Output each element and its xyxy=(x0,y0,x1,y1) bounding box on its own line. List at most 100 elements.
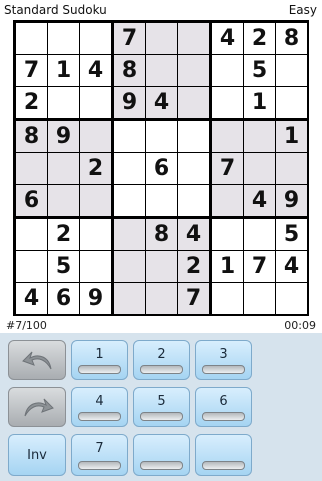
number-button-5[interactable]: 5 xyxy=(133,387,190,427)
sudoku-cell[interactable]: 6 xyxy=(16,185,47,216)
sudoku-cell[interactable]: 4 xyxy=(178,219,209,250)
sudoku-cell[interactable] xyxy=(114,283,145,314)
sudoku-cell[interactable]: 2 xyxy=(80,153,111,184)
sudoku-cell[interactable] xyxy=(80,219,111,250)
number-button-label: 7 xyxy=(95,441,104,456)
sudoku-cell[interactable] xyxy=(276,55,307,86)
sudoku-cell[interactable]: 9 xyxy=(276,185,307,216)
sudoku-cell[interactable]: 7 xyxy=(178,283,209,314)
digit-progress-bar xyxy=(140,412,183,421)
sudoku-cell[interactable] xyxy=(48,185,79,216)
sudoku-cell[interactable] xyxy=(114,219,145,250)
sudoku-cell[interactable]: 9 xyxy=(48,121,79,152)
sudoku-cell[interactable]: 2 xyxy=(16,87,47,118)
sudoku-cell[interactable]: 7 xyxy=(244,251,275,282)
sudoku-cell[interactable]: 7 xyxy=(16,55,47,86)
number-button-8[interactable] xyxy=(133,434,190,476)
sudoku-cell[interactable] xyxy=(80,87,111,118)
undo-button[interactable] xyxy=(8,340,66,380)
sudoku-cell[interactable]: 4 xyxy=(16,283,47,314)
number-button-label: 5 xyxy=(157,394,166,409)
sudoku-cell[interactable]: 6 xyxy=(48,283,79,314)
sudoku-cell[interactable]: 2 xyxy=(178,251,209,282)
sudoku-cell[interactable] xyxy=(212,55,243,86)
sudoku-cell[interactable]: 5 xyxy=(48,251,79,282)
sudoku-cell[interactable]: 8 xyxy=(276,23,307,54)
sudoku-cell[interactable] xyxy=(178,153,209,184)
sudoku-cell[interactable] xyxy=(146,185,177,216)
sudoku-cell[interactable] xyxy=(178,23,209,54)
sudoku-cell[interactable] xyxy=(178,55,209,86)
sudoku-cell[interactable]: 9 xyxy=(80,283,111,314)
sudoku-cell[interactable] xyxy=(114,185,145,216)
sudoku-cell[interactable]: 8 xyxy=(146,219,177,250)
sudoku-cell[interactable]: 5 xyxy=(244,55,275,86)
sudoku-cell[interactable] xyxy=(146,23,177,54)
inv-button-label: Inv xyxy=(27,447,47,463)
sudoku-cell[interactable] xyxy=(244,219,275,250)
number-button-1[interactable]: 1 xyxy=(71,340,128,380)
sudoku-cell[interactable]: 1 xyxy=(244,87,275,118)
sudoku-cell[interactable] xyxy=(16,23,47,54)
sudoku-cell[interactable]: 4 xyxy=(212,23,243,54)
sudoku-cell[interactable] xyxy=(244,153,275,184)
sudoku-cell[interactable]: 1 xyxy=(48,55,79,86)
sudoku-cell[interactable] xyxy=(244,283,275,314)
sudoku-cell[interactable]: 5 xyxy=(276,219,307,250)
digit-progress-bar xyxy=(202,412,245,421)
sudoku-cell[interactable] xyxy=(178,121,209,152)
sudoku-cell[interactable]: 8 xyxy=(16,121,47,152)
sudoku-cell[interactable]: 2 xyxy=(244,23,275,54)
sudoku-cell[interactable] xyxy=(80,121,111,152)
sudoku-cell[interactable]: 1 xyxy=(212,251,243,282)
sudoku-cell[interactable] xyxy=(244,121,275,152)
sudoku-cell[interactable] xyxy=(114,153,145,184)
sudoku-cell[interactable] xyxy=(48,153,79,184)
number-button-label: 2 xyxy=(157,347,166,362)
number-button-2[interactable]: 2 xyxy=(133,340,190,380)
number-button-6[interactable]: 6 xyxy=(195,387,252,427)
number-button-3[interactable]: 3 xyxy=(195,340,252,380)
sudoku-cell[interactable] xyxy=(212,87,243,118)
sudoku-cell[interactable] xyxy=(212,283,243,314)
sudoku-cell[interactable] xyxy=(16,219,47,250)
number-button-7[interactable]: 7 xyxy=(71,434,128,476)
timer: 00:09 xyxy=(284,319,316,332)
sudoku-cell[interactable] xyxy=(212,219,243,250)
sudoku-cell[interactable] xyxy=(48,23,79,54)
sudoku-cell[interactable] xyxy=(80,251,111,282)
sudoku-cell[interactable] xyxy=(276,283,307,314)
sudoku-cell[interactable] xyxy=(146,283,177,314)
sudoku-cell[interactable] xyxy=(146,55,177,86)
sudoku-cell[interactable]: 4 xyxy=(146,87,177,118)
sudoku-cell[interactable] xyxy=(212,121,243,152)
sudoku-cell[interactable] xyxy=(80,185,111,216)
sudoku-cell[interactable] xyxy=(80,23,111,54)
inv-button[interactable]: Inv xyxy=(8,434,66,476)
number-button-9[interactable] xyxy=(195,434,252,476)
sudoku-cell[interactable] xyxy=(178,87,209,118)
sudoku-cell[interactable]: 8 xyxy=(114,55,145,86)
sudoku-cell[interactable] xyxy=(114,251,145,282)
sudoku-cell[interactable] xyxy=(16,153,47,184)
sudoku-cell[interactable]: 6 xyxy=(146,153,177,184)
sudoku-cell[interactable]: 7 xyxy=(212,153,243,184)
sudoku-cell[interactable]: 4 xyxy=(80,55,111,86)
sudoku-cell[interactable]: 1 xyxy=(276,121,307,152)
sudoku-cell[interactable]: 9 xyxy=(114,87,145,118)
sudoku-cell[interactable] xyxy=(146,121,177,152)
redo-button[interactable] xyxy=(8,387,66,427)
sudoku-cell[interactable] xyxy=(276,87,307,118)
sudoku-cell[interactable] xyxy=(114,121,145,152)
sudoku-cell[interactable] xyxy=(178,185,209,216)
sudoku-cell[interactable]: 4 xyxy=(244,185,275,216)
sudoku-cell[interactable] xyxy=(48,87,79,118)
sudoku-cell[interactable] xyxy=(146,251,177,282)
sudoku-cell[interactable] xyxy=(276,153,307,184)
number-button-4[interactable]: 4 xyxy=(71,387,128,427)
sudoku-cell[interactable]: 7 xyxy=(114,23,145,54)
sudoku-cell[interactable]: 4 xyxy=(276,251,307,282)
sudoku-cell[interactable] xyxy=(16,251,47,282)
sudoku-cell[interactable] xyxy=(212,185,243,216)
sudoku-cell[interactable]: 2 xyxy=(48,219,79,250)
